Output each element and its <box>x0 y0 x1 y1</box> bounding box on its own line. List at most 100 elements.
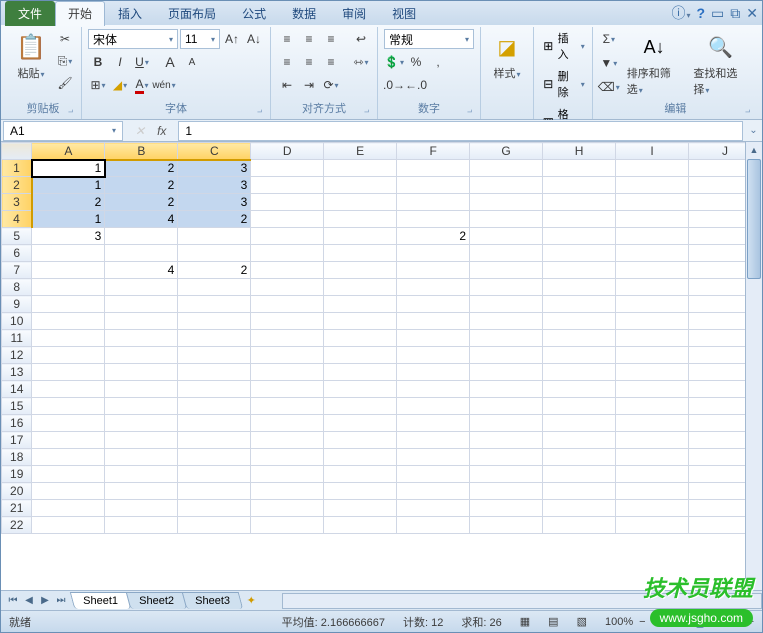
cell-A8[interactable] <box>32 279 105 296</box>
cell-D5[interactable] <box>251 228 324 245</box>
cell-D2[interactable] <box>251 177 324 194</box>
cell-H22[interactable] <box>543 517 616 534</box>
row-header-13[interactable]: 13 <box>2 364 32 381</box>
cell-I21[interactable] <box>616 500 689 517</box>
select-all-corner[interactable] <box>2 143 32 160</box>
row-header-17[interactable]: 17 <box>2 432 32 449</box>
cell-G17[interactable] <box>470 432 543 449</box>
row-header-7[interactable]: 7 <box>2 262 32 279</box>
cell-F9[interactable] <box>397 296 470 313</box>
orientation-button[interactable]: ⟳▾ <box>321 75 341 95</box>
menu-tab-2[interactable]: 页面布局 <box>155 1 229 26</box>
cell-G8[interactable] <box>470 279 543 296</box>
cell-B17[interactable] <box>105 432 178 449</box>
cell-I10[interactable] <box>616 313 689 330</box>
cell-I1[interactable] <box>616 160 689 177</box>
cell-C20[interactable] <box>178 483 251 500</box>
cell-H4[interactable] <box>543 211 616 228</box>
cell-B22[interactable] <box>105 517 178 534</box>
cell-D17[interactable] <box>251 432 324 449</box>
sheet-tab-Sheet1[interactable]: Sheet1 <box>70 592 131 609</box>
cell-D20[interactable] <box>251 483 324 500</box>
cell-D10[interactable] <box>251 313 324 330</box>
cell-F11[interactable] <box>397 330 470 347</box>
cell-C10[interactable] <box>178 313 251 330</box>
cell-D12[interactable] <box>251 347 324 364</box>
column-header-G[interactable]: G <box>470 143 543 160</box>
cell-E2[interactable] <box>324 177 397 194</box>
cell-E1[interactable] <box>324 160 397 177</box>
restore-icon[interactable]: ⧉ <box>730 5 740 22</box>
cell-D9[interactable] <box>251 296 324 313</box>
cell-B13[interactable] <box>105 364 178 381</box>
cell-A9[interactable] <box>32 296 105 313</box>
underline-button[interactable]: U▾ <box>132 52 152 72</box>
cancel-formula-button[interactable]: ✕ <box>131 124 149 138</box>
cell-F8[interactable] <box>397 279 470 296</box>
cell-H9[interactable] <box>543 296 616 313</box>
cell-I7[interactable] <box>616 262 689 279</box>
row-header-1[interactable]: 1 <box>2 160 32 177</box>
cell-A19[interactable] <box>32 466 105 483</box>
cell-D6[interactable] <box>251 245 324 262</box>
cell-C13[interactable] <box>178 364 251 381</box>
zoom-slider[interactable] <box>652 620 742 624</box>
cell-F6[interactable] <box>397 245 470 262</box>
cell-C15[interactable] <box>178 398 251 415</box>
cell-I20[interactable] <box>616 483 689 500</box>
cell-G11[interactable] <box>470 330 543 347</box>
align-middle-button[interactable]: ≡ <box>299 29 319 49</box>
column-header-B[interactable]: B <box>105 143 178 160</box>
zoom-level[interactable]: 100% <box>605 616 633 628</box>
cell-H7[interactable] <box>543 262 616 279</box>
cell-H14[interactable] <box>543 381 616 398</box>
row-header-19[interactable]: 19 <box>2 466 32 483</box>
cell-B16[interactable] <box>105 415 178 432</box>
minimize-icon[interactable]: ▭ <box>711 5 724 22</box>
cut-button[interactable]: ✂ <box>55 29 75 49</box>
scroll-down-arrow[interactable]: ▼ <box>746 573 762 590</box>
cell-B1[interactable]: 2 <box>105 160 178 177</box>
cell-C22[interactable] <box>178 517 251 534</box>
decrease-indent-button[interactable]: ⇤ <box>277 75 297 95</box>
cell-G12[interactable] <box>470 347 543 364</box>
cell-F15[interactable] <box>397 398 470 415</box>
cell-A2[interactable]: 1 <box>32 177 105 194</box>
cell-D4[interactable] <box>251 211 324 228</box>
cell-H2[interactable] <box>543 177 616 194</box>
cell-H15[interactable] <box>543 398 616 415</box>
sort-filter-button[interactable]: A↓ 排序和筛选▾ <box>623 29 686 99</box>
spreadsheet-grid[interactable]: ABCDEFGHIJ112321233223414253267428910111… <box>1 142 762 590</box>
sheet-tab-Sheet2[interactable]: Sheet2 <box>126 592 187 609</box>
cell-H10[interactable] <box>543 313 616 330</box>
cell-H13[interactable] <box>543 364 616 381</box>
cell-H6[interactable] <box>543 245 616 262</box>
menu-tab-4[interactable]: 数据 <box>279 1 329 26</box>
cell-B18[interactable] <box>105 449 178 466</box>
cell-F16[interactable] <box>397 415 470 432</box>
scroll-up-arrow[interactable]: ▲ <box>746 142 762 159</box>
cell-G5[interactable] <box>470 228 543 245</box>
increase-decimal-button[interactable]: .0→ <box>384 75 404 95</box>
align-right-button[interactable]: ≡ <box>321 52 341 72</box>
cell-F13[interactable] <box>397 364 470 381</box>
cell-C9[interactable] <box>178 296 251 313</box>
insert-cells-button[interactable]: ⊞插入▾ <box>540 29 586 63</box>
view-pagebreak-button[interactable]: ▧ <box>577 615 587 628</box>
cell-I18[interactable] <box>616 449 689 466</box>
sheet-tab-Sheet3[interactable]: Sheet3 <box>181 592 242 609</box>
copy-button[interactable]: ⎘▾ <box>55 51 75 71</box>
cell-G16[interactable] <box>470 415 543 432</box>
cell-F22[interactable] <box>397 517 470 534</box>
cell-I9[interactable] <box>616 296 689 313</box>
cell-A12[interactable] <box>32 347 105 364</box>
cell-I22[interactable] <box>616 517 689 534</box>
name-box[interactable]: A1▾ <box>3 121 123 141</box>
menu-tab-0[interactable]: 开始 <box>55 1 105 26</box>
cell-C5[interactable] <box>178 228 251 245</box>
cell-B2[interactable]: 2 <box>105 177 178 194</box>
formula-input[interactable]: 1 <box>178 121 743 141</box>
cell-D21[interactable] <box>251 500 324 517</box>
align-center-button[interactable]: ≡ <box>299 52 319 72</box>
paste-button[interactable]: 📋 粘贴▾ <box>11 29 51 83</box>
